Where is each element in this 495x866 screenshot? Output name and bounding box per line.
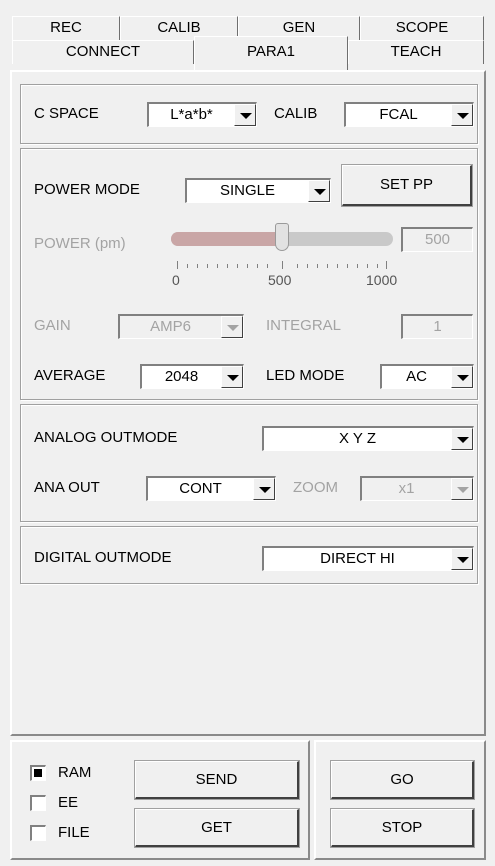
- power-mode-value: SINGLE: [219, 182, 276, 199]
- chevron-down-icon[interactable]: [221, 366, 243, 388]
- tick-mark: [197, 264, 198, 268]
- tick-mark: [367, 264, 368, 268]
- tick-label-500: 500: [268, 272, 292, 288]
- led-mode-select[interactable]: AC: [380, 364, 474, 389]
- tab-para1[interactable]: PARA1: [194, 36, 348, 70]
- ana-out-label: ANA OUT: [34, 479, 100, 496]
- led-mode-label: LED MODE: [266, 367, 345, 384]
- tick-label-0: 0: [172, 272, 180, 288]
- tab-teach[interactable]: TEACH: [348, 40, 484, 64]
- tab-rec[interactable]: REC: [12, 16, 120, 40]
- power-mode-select[interactable]: SINGLE: [185, 178, 331, 203]
- tick-mark: [386, 261, 387, 269]
- tick-mark: [337, 264, 338, 268]
- tab-scope[interactable]: SCOPE: [360, 16, 484, 40]
- cspace-label: C SPACE: [34, 105, 99, 122]
- file-label: FILE: [58, 824, 90, 841]
- tab-connect[interactable]: CONNECT: [12, 40, 194, 64]
- average-select[interactable]: 2048: [140, 364, 244, 389]
- tick-mark: [317, 264, 318, 268]
- average-label: AVERAGE: [34, 367, 106, 384]
- send-button[interactable]: SEND: [134, 760, 300, 800]
- chevron-down-icon[interactable]: [221, 316, 243, 338]
- tick-mark: [377, 264, 378, 268]
- cspace-value: L*a*b*: [170, 106, 213, 123]
- tick-mark: [307, 264, 308, 268]
- digital-outmode-label: DIGITAL OUTMODE: [34, 549, 172, 566]
- ee-label: EE: [58, 794, 79, 811]
- chevron-down-icon[interactable]: [451, 104, 473, 126]
- tick-mark: [357, 264, 358, 268]
- set-pp-button[interactable]: SET PP: [341, 164, 473, 207]
- gain-label: GAIN: [34, 317, 71, 334]
- led-mode-value: AC: [406, 368, 427, 385]
- zoom-select[interactable]: x1: [360, 476, 474, 501]
- go-button[interactable]: GO: [330, 760, 475, 800]
- stop-button[interactable]: STOP: [330, 808, 475, 848]
- power-label: POWER (pm): [34, 235, 126, 252]
- tick-mark: [327, 264, 328, 268]
- tick-mark: [267, 264, 268, 268]
- power-value-field[interactable]: 500: [401, 227, 473, 252]
- digital-outmode-select[interactable]: DIRECT HI: [262, 546, 474, 571]
- power-mode-label: POWER MODE: [34, 181, 140, 198]
- tick-mark: [177, 261, 178, 269]
- chevron-down-icon[interactable]: [451, 548, 473, 570]
- tick-mark: [347, 264, 348, 268]
- tick-mark: [227, 264, 228, 268]
- chevron-down-icon[interactable]: [451, 428, 473, 450]
- digital-outmode-value: DIRECT HI: [320, 550, 395, 567]
- tick-mark: [282, 261, 283, 269]
- analog-outmode-value: X Y Z: [339, 430, 376, 447]
- chevron-down-icon[interactable]: [451, 478, 473, 500]
- tick-label-1000: 1000: [366, 272, 398, 288]
- chevron-down-icon[interactable]: [253, 478, 275, 500]
- tick-mark: [207, 264, 208, 268]
- analog-outmode-select[interactable]: X Y Z: [262, 426, 474, 451]
- average-value: 2048: [164, 368, 199, 385]
- tick-mark: [237, 264, 238, 268]
- chevron-down-icon[interactable]: [308, 180, 330, 202]
- tick-mark: [257, 264, 258, 268]
- chevron-down-icon[interactable]: [234, 104, 256, 126]
- ana-out-value: CONT: [179, 480, 222, 497]
- zoom-value: x1: [398, 480, 415, 497]
- chevron-down-icon[interactable]: [451, 366, 473, 388]
- power-slider-fill: [171, 232, 282, 246]
- get-button[interactable]: GET: [134, 808, 300, 848]
- zoom-label: ZOOM: [293, 479, 338, 496]
- analog-outmode-label: ANALOG OUTMODE: [34, 429, 178, 446]
- calib-label: CALIB: [274, 105, 318, 122]
- file-checkbox[interactable]: [30, 825, 46, 841]
- ana-out-select[interactable]: CONT: [146, 476, 276, 501]
- ram-label: RAM: [58, 764, 92, 781]
- tick-mark: [217, 264, 218, 268]
- tick-mark: [247, 264, 248, 268]
- tick-mark: [297, 264, 298, 268]
- ram-checkbox[interactable]: [30, 765, 46, 781]
- calib-value: FCAL: [379, 106, 418, 123]
- ee-checkbox[interactable]: [30, 795, 46, 811]
- gain-select[interactable]: AMP6: [118, 314, 244, 339]
- gain-value: AMP6: [150, 318, 191, 335]
- integral-field[interactable]: 1: [401, 314, 473, 339]
- integral-label: INTEGRAL: [266, 317, 342, 334]
- tick-mark: [187, 264, 188, 268]
- cspace-select[interactable]: L*a*b*: [147, 102, 257, 127]
- power-slider-thumb[interactable]: [275, 223, 289, 251]
- analog-group: [20, 404, 478, 522]
- calib-select[interactable]: FCAL: [344, 102, 474, 127]
